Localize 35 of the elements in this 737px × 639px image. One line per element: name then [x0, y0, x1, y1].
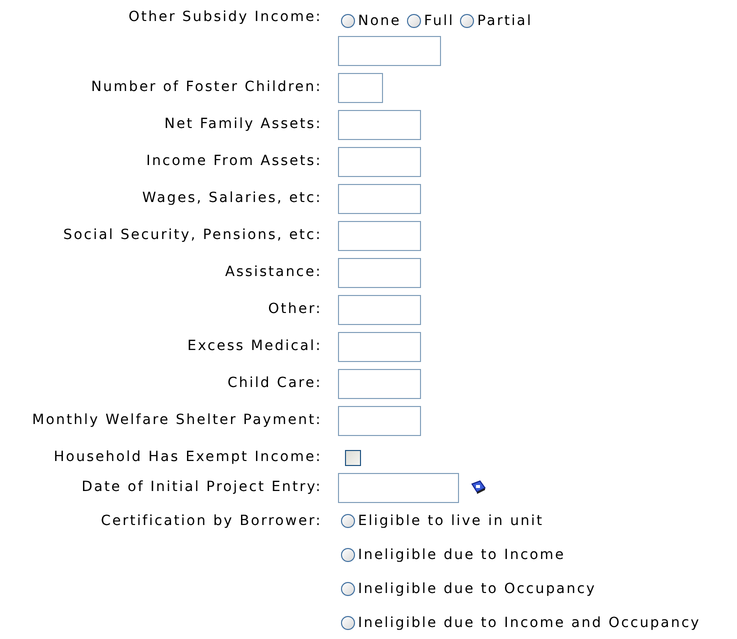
field-label: Other: [268, 300, 322, 319]
input-field[interactable] [338, 258, 421, 288]
input-field[interactable] [338, 295, 421, 325]
field-label: Social Security, Pensions, etc: [63, 226, 322, 245]
field-label: Certification by Borrower: [100, 512, 322, 531]
amount-field[interactable] [338, 36, 441, 66]
radio-option[interactable]: None [341, 11, 401, 31]
input-field[interactable] [338, 147, 421, 177]
radio-option[interactable]: Ineligible due to Occupancy [341, 579, 596, 599]
radio-option[interactable]: Eligible to live in unit [341, 511, 544, 531]
radio-option[interactable]: Partial [460, 11, 532, 31]
input-field[interactable] [338, 73, 383, 103]
input-field[interactable] [338, 221, 421, 251]
field-label: Monthly Welfare Shelter Payment: [32, 411, 322, 430]
input-field[interactable] [338, 406, 421, 436]
field-label: Excess Medical: [187, 337, 322, 356]
calendar-icon[interactable] [469, 479, 487, 497]
radio-option[interactable]: Ineligible due to Income and Occupancy [341, 613, 701, 633]
radio-option[interactable]: Full [406, 11, 454, 31]
input-field[interactable] [338, 332, 421, 362]
field-label: Child Care: [228, 374, 322, 393]
input-field[interactable] [338, 369, 421, 399]
date-field[interactable] [338, 473, 459, 503]
field-label: Assistance: [225, 263, 322, 282]
input-field[interactable] [338, 110, 421, 140]
field-label: Number of Foster Children: [91, 78, 322, 97]
checkbox[interactable] [345, 450, 361, 466]
field-label: Wages, Salaries, etc: [142, 189, 322, 208]
field-label: Other Subsidy Income: [128, 9, 322, 27]
field-label: Income From Assets: [146, 152, 322, 171]
field-label: Net Family Assets: [164, 115, 322, 134]
field-label: Date of Initial Project Entry: [82, 478, 322, 497]
radio-option[interactable]: Ineligible due to Income [341, 545, 566, 565]
field-label: Household Has Exempt Income: [54, 448, 322, 466]
input-field[interactable] [338, 184, 421, 214]
